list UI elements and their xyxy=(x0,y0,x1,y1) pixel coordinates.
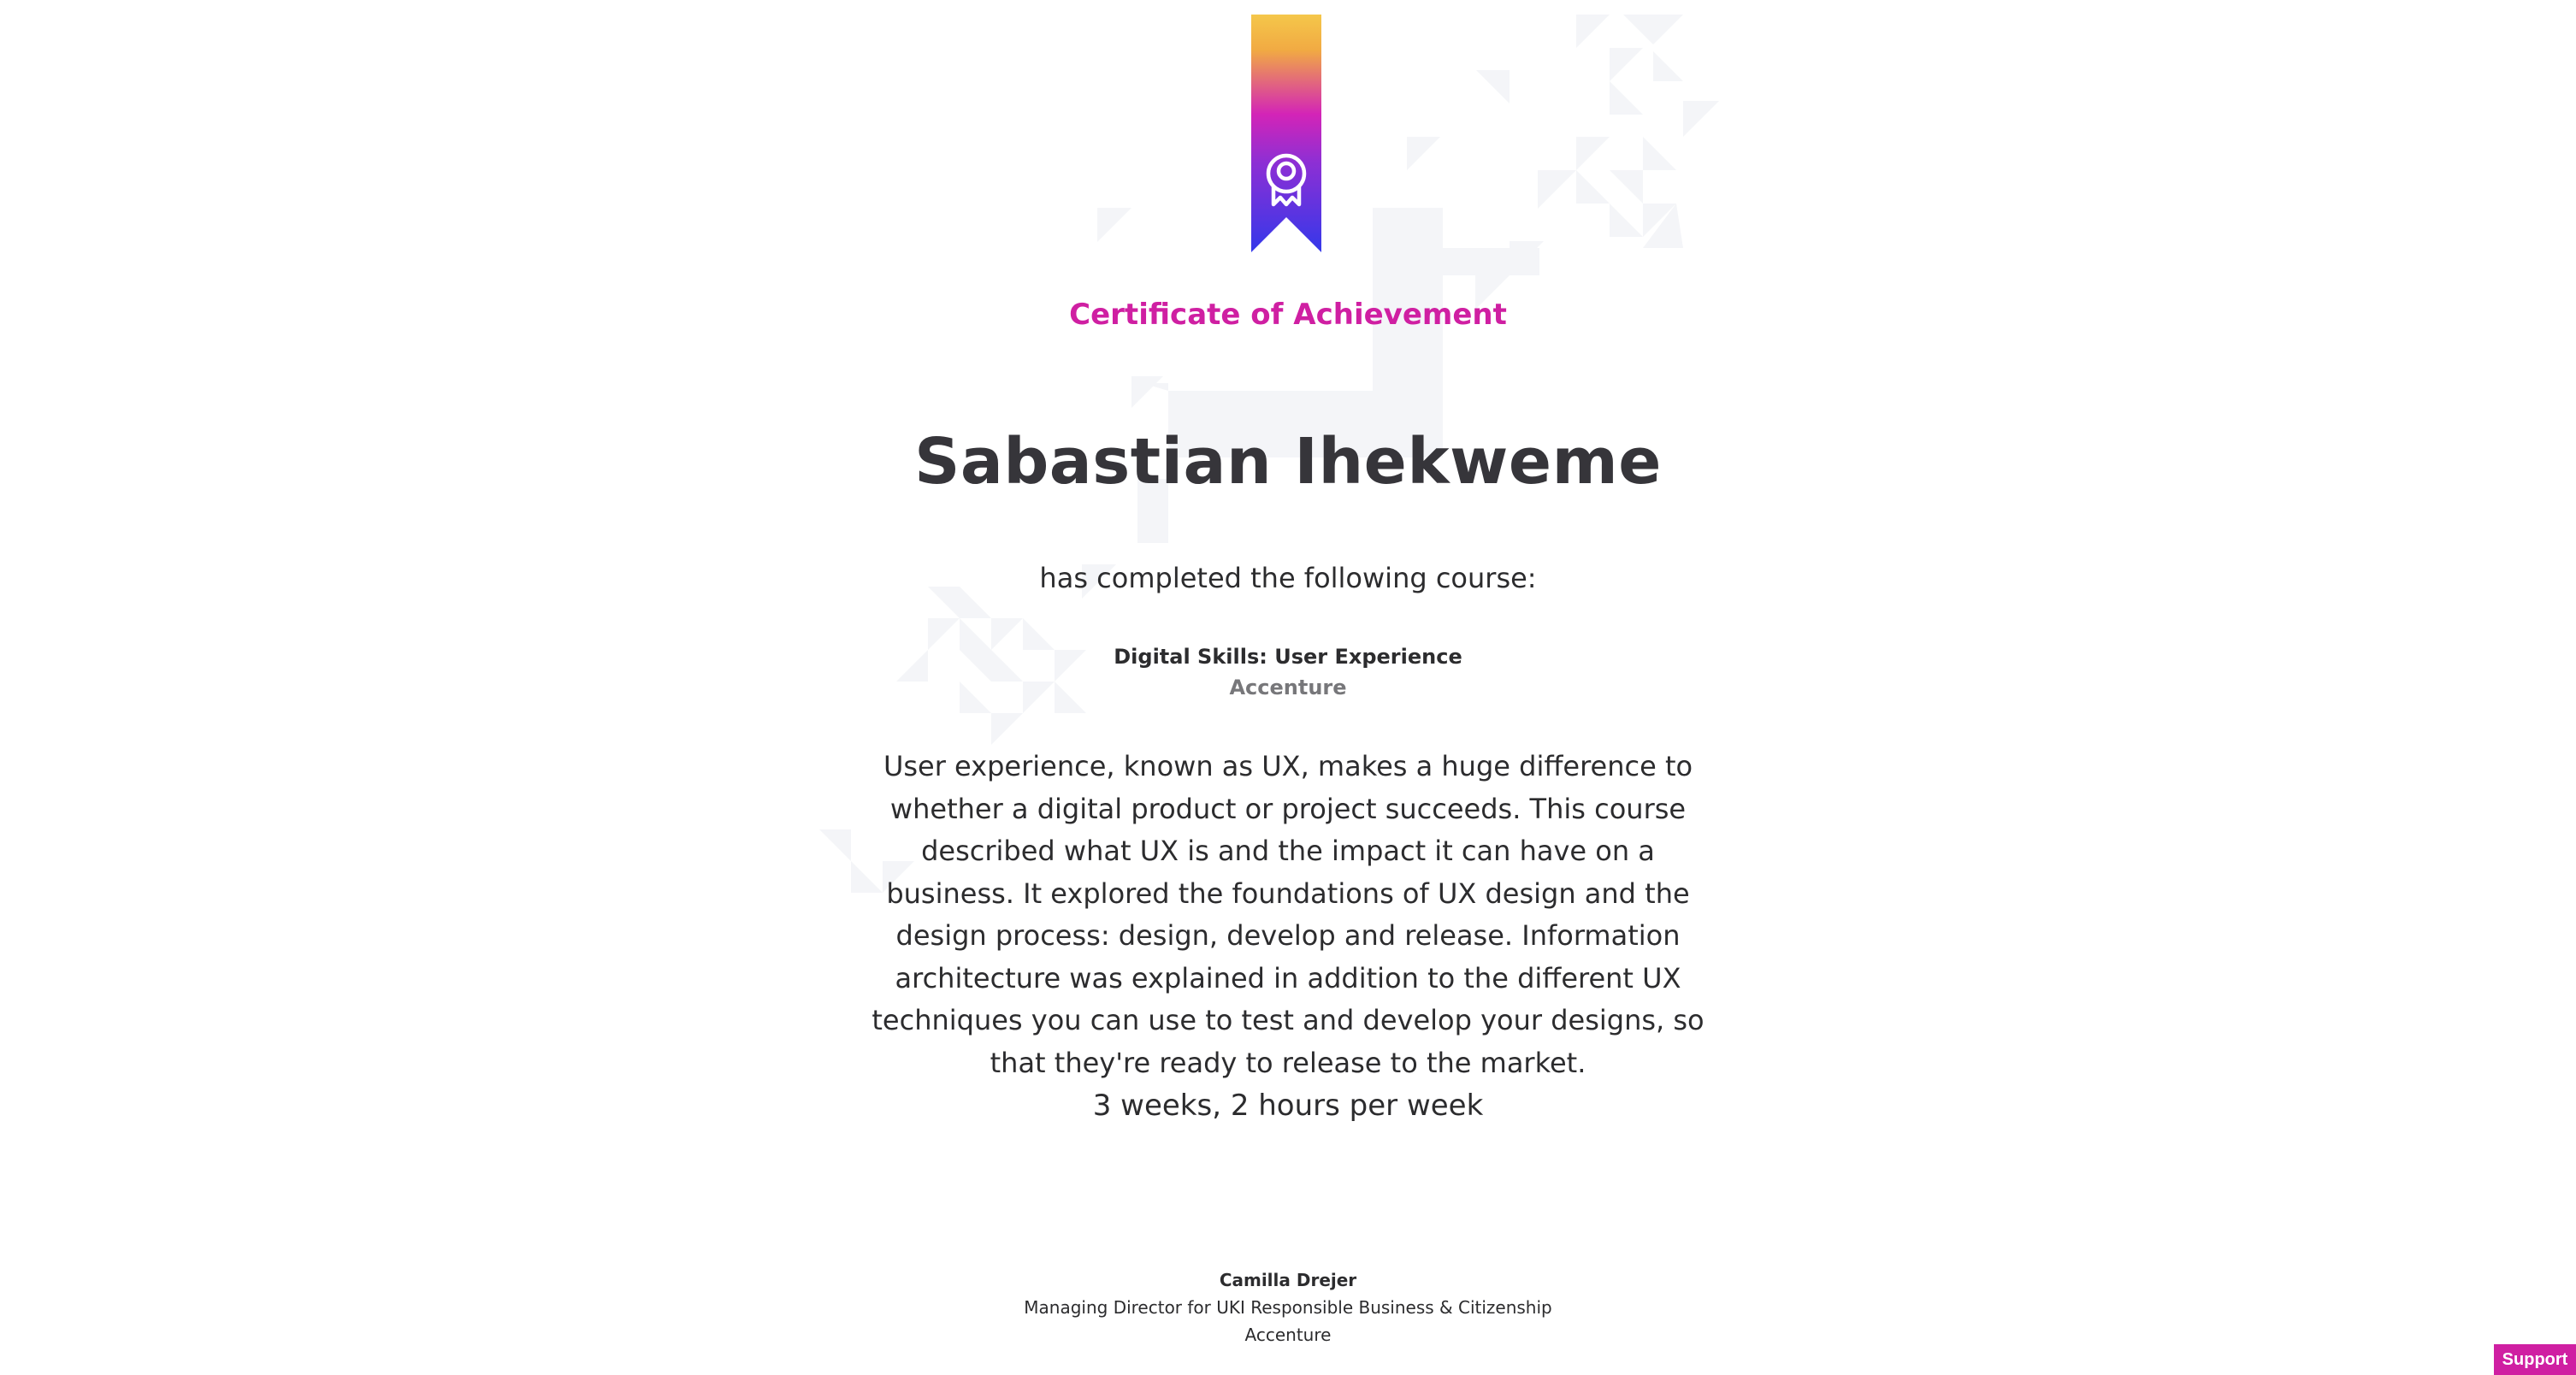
signatory-role: Managing Director for UKI Responsible Bu… xyxy=(1024,1297,1552,1318)
completion-statement: has completed the following course: xyxy=(1039,562,1537,594)
award-ribbon-icon xyxy=(1251,15,1321,252)
signatory-organization: Accenture xyxy=(1244,1325,1332,1345)
course-description: User experience, known as UX, makes a hu… xyxy=(871,750,1705,1079)
certificate-page: Certificate of Achievement Sabastian Ihe… xyxy=(0,0,2576,1375)
signatory-name: Camilla Drejer xyxy=(1219,1270,1357,1290)
support-button[interactable]: Support xyxy=(2494,1344,2576,1375)
course-duration: 3 weeks, 2 hours per week xyxy=(1092,1089,1484,1123)
certificate-title: Certificate of Achievement xyxy=(1069,298,1507,332)
course-organization: Accenture xyxy=(1229,676,1347,699)
course-name: Digital Skills: User Experience xyxy=(1114,645,1462,669)
recipient-name: Sabastian Ihekweme xyxy=(914,425,1662,499)
